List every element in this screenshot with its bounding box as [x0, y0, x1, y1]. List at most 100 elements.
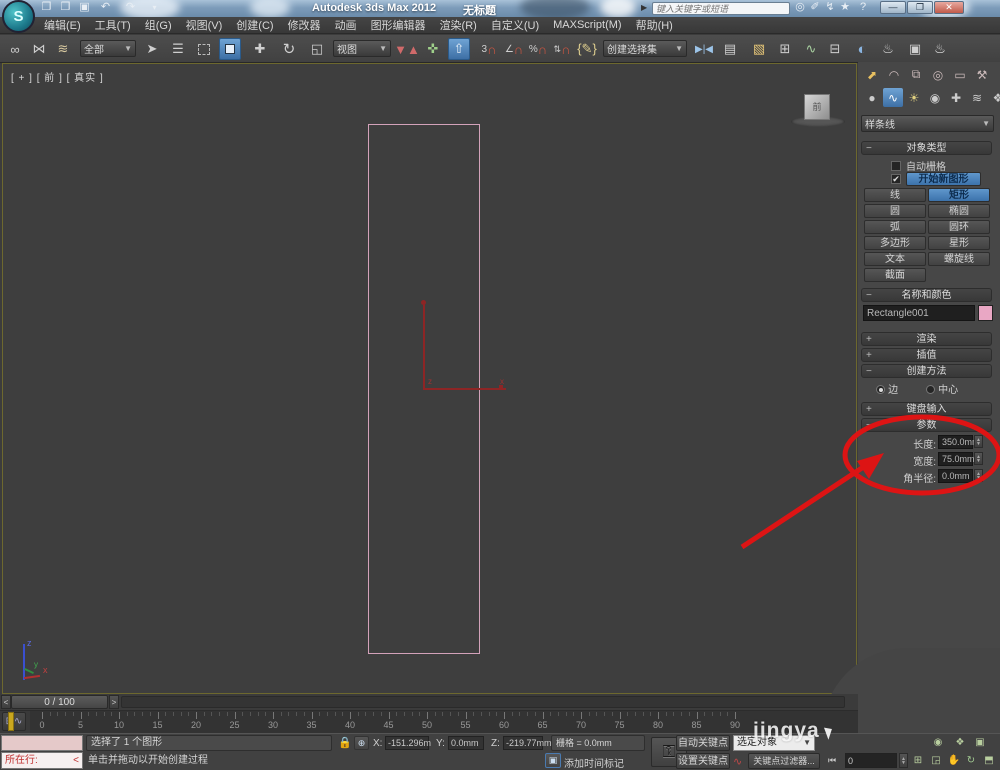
autogrid-checkbox[interactable] [891, 160, 901, 171]
render-setup-icon[interactable]: ♨ [877, 38, 899, 60]
next-frame-button[interactable]: > [109, 695, 119, 709]
param-width-spinner[interactable]: ▲ ▼ [974, 452, 983, 465]
menu-animation[interactable]: 动画 [335, 17, 357, 33]
start-new-shape-button[interactable]: 开始新图形 [906, 172, 981, 186]
mini-curve-editor-icon[interactable]: ⊞∿ [2, 712, 26, 731]
communication-center-icon[interactable]: ✐ [808, 0, 822, 15]
button-section[interactable]: 截面 [864, 268, 926, 282]
time-tag-icon[interactable]: ▣ [545, 753, 561, 768]
undo-icon[interactable]: ↶ [97, 0, 114, 15]
rendered-frame-window-icon[interactable]: ▣ [904, 38, 926, 60]
current-frame-field[interactable]: 0 [845, 753, 897, 768]
search-input[interactable] [652, 2, 790, 15]
param-corner-radius-spinner[interactable]: ▲ ▼ [974, 469, 983, 482]
button-arc[interactable]: 弧 [864, 220, 926, 234]
layer-manager-icon[interactable]: ▧ [748, 38, 770, 60]
param-width-field[interactable]: 75.0mm [938, 452, 975, 466]
param-length-spinner[interactable]: ▲ ▼ [974, 435, 983, 448]
pan-hand-icon[interactable]: ✋ [946, 754, 962, 768]
menu-edit[interactable]: 编辑(E) [44, 17, 81, 33]
frame-spinner[interactable]: ▲ ▼ [899, 753, 908, 768]
menu-help[interactable]: 帮助(H) [636, 17, 673, 33]
current-frame-marker[interactable] [8, 712, 14, 731]
open-file-icon[interactable]: ❒ [57, 0, 74, 15]
redo-icon[interactable]: ↷ [122, 0, 139, 15]
maximize-viewport-icon[interactable]: ⬒ [981, 754, 997, 768]
curve-editor-icon[interactable]: ∿ [800, 38, 822, 60]
button-star[interactable]: 星形 [928, 236, 990, 250]
select-by-name-icon[interactable]: ☰ [167, 38, 189, 60]
use-pivot-point-icon[interactable]: ▼▲ [394, 38, 420, 60]
snaps-toggle-3d-icon[interactable]: 3 ∩ [478, 38, 500, 60]
save-file-icon[interactable]: ▣ [76, 0, 93, 15]
radio-edge[interactable] [876, 385, 885, 394]
selection-lock-icon[interactable]: 🔒 [338, 736, 352, 749]
viewport-label[interactable]: [ + ] [ 前 ] [ 真实 ] [11, 69, 104, 84]
rollout-rendering[interactable]: + 渲染 [861, 332, 992, 346]
button-rectangle[interactable]: 矩形 [928, 188, 990, 202]
key-curve-icon[interactable]: ∿ [733, 755, 742, 768]
zoom-extents-icon[interactable]: ▣ [972, 736, 988, 750]
menu-maxscript[interactable]: MAXScript(M) [553, 19, 621, 31]
auto-key-button[interactable]: 自动关键点 [676, 735, 730, 751]
mirror-icon[interactable]: ▶|◀ [693, 38, 715, 60]
subscription-icon[interactable]: ↯ [823, 0, 837, 15]
start-new-shape-checkbox[interactable]: ✔ [891, 174, 901, 184]
menu-group[interactable]: 组(G) [145, 17, 172, 33]
orbit-icon[interactable]: ↻ [963, 754, 979, 768]
menu-rendering[interactable]: 渲染(R) [440, 17, 477, 33]
keyboard-shortcut-override-icon[interactable]: ⇧ [448, 38, 470, 60]
category-geometry-icon[interactable]: ● [862, 88, 882, 107]
menu-modifiers[interactable]: 修改器 [288, 17, 321, 33]
selection-filter-dropdown[interactable]: 全部 ▼ [80, 40, 136, 57]
button-circle[interactable]: 圆 [864, 204, 926, 218]
viewcube-cube-face[interactable]: 前 [804, 94, 830, 120]
menu-create[interactable]: 创建(C) [236, 17, 273, 33]
close-button[interactable]: ✕ [934, 1, 964, 14]
rollout-interpolation[interactable]: + 插值 [861, 348, 992, 362]
maxscript-listener-pink[interactable] [1, 735, 83, 751]
window-crossing-toggle-icon[interactable] [219, 38, 241, 60]
maximize-button[interactable]: ❐ [907, 1, 933, 14]
rollout-parameters[interactable]: − 参数 [861, 418, 992, 432]
button-ngon[interactable]: 多边形 [864, 236, 926, 250]
tab-motion-icon[interactable]: ◎ [928, 65, 948, 84]
reference-coordinate-dropdown[interactable]: 视图 ▼ [333, 40, 391, 57]
zoom-all-icon[interactable]: ❖ [952, 736, 968, 750]
angle-snap-icon[interactable]: ∠ ∩ [503, 38, 525, 60]
key-filters-button[interactable]: 关键点过滤器... [748, 753, 820, 769]
rollout-creation-method[interactable]: − 创建方法 [861, 364, 992, 378]
category-shapes-icon[interactable]: ∿ [883, 88, 903, 107]
field-of-view-icon[interactable]: ◲ [928, 754, 944, 768]
shape-category-dropdown[interactable]: 样条线 ▼ [861, 115, 994, 132]
tab-create-icon[interactable]: ⬈ [862, 65, 882, 84]
button-ellipse[interactable]: 椭圆 [928, 204, 990, 218]
render-production-icon[interactable]: ♨ [929, 38, 951, 60]
tab-display-icon[interactable]: ▭ [950, 65, 970, 84]
select-and-scale-icon[interactable]: ◱ [306, 38, 328, 60]
previous-frame-button[interactable]: < [1, 695, 11, 709]
material-editor-icon[interactable]: ◐ [851, 38, 873, 60]
zoom-region-icon[interactable]: ⊞ [910, 754, 926, 768]
select-and-move-icon[interactable]: ✚ [249, 38, 271, 60]
menu-tools[interactable]: 工具(T) [95, 17, 131, 33]
param-corner-radius-field[interactable]: 0.0mm [938, 469, 973, 483]
button-line[interactable]: 线 [864, 188, 926, 202]
minimize-button[interactable]: — [880, 1, 906, 14]
radio-center[interactable] [926, 385, 936, 394]
x-coord-field[interactable]: -151.296m [385, 736, 431, 750]
category-cameras-icon[interactable]: ◉ [925, 88, 945, 107]
rollout-keyboard-entry[interactable]: + 键盘输入 [861, 402, 992, 416]
rollout-object-type[interactable]: − 对象类型 [861, 141, 992, 155]
tab-hierarchy-icon[interactable]: ⧉ [906, 65, 926, 84]
spinner-snap-icon[interactable]: ⇅ ∩ [551, 38, 573, 60]
edit-named-selection-sets-icon[interactable]: {✎} [576, 38, 598, 60]
object-color-swatch[interactable] [978, 305, 993, 321]
category-spacewarps-icon[interactable]: ≋ [967, 88, 987, 107]
menu-views[interactable]: 视图(V) [186, 17, 223, 33]
tab-utilities-icon[interactable]: ⚒ [972, 65, 992, 84]
select-and-link-icon[interactable]: ∞ [4, 38, 26, 60]
percent-snap-icon[interactable]: % ∩ [527, 38, 549, 60]
param-length-field[interactable]: 350.0mm [938, 435, 980, 449]
align-icon[interactable]: ▤ [719, 38, 741, 60]
